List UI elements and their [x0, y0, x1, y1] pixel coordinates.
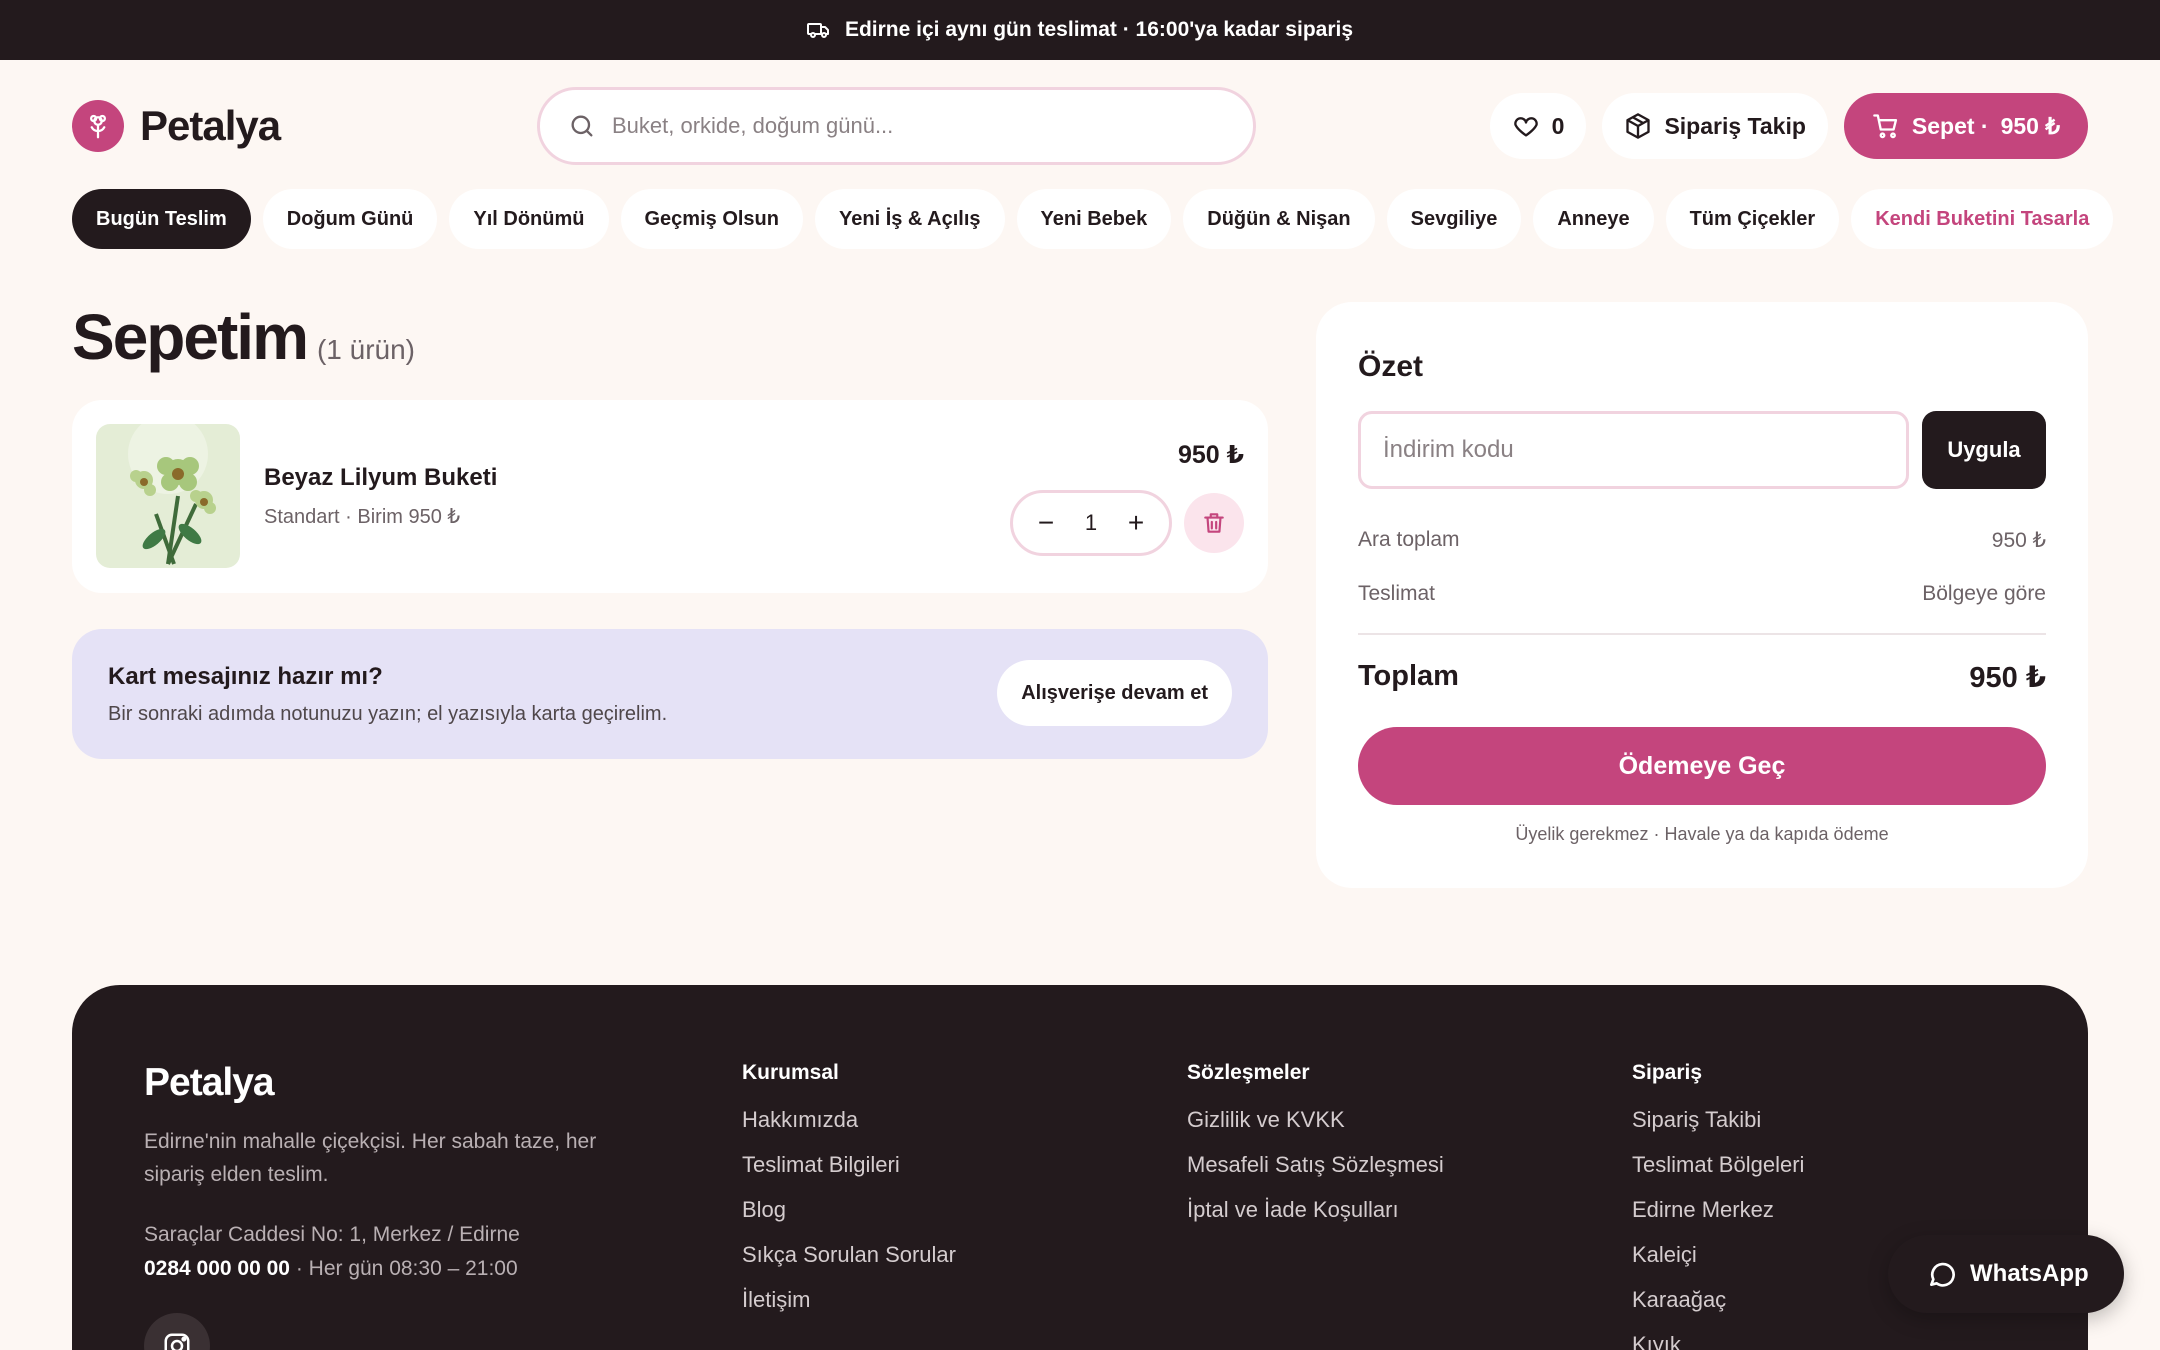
remove-item-button[interactable]	[1184, 493, 1244, 553]
cart-item-count: (1 ürün)	[316, 334, 416, 365]
instagram-icon	[164, 1333, 190, 1350]
footer-link-blog[interactable]: Blog	[742, 1193, 956, 1238]
product-name[interactable]: Beyaz Lilyum Buketi	[264, 464, 497, 492]
page-title: Sepetim (1 ürün)	[72, 300, 415, 374]
product-subtitle: Standart · Birim 950 ₺	[264, 506, 461, 528]
package-icon	[1626, 113, 1651, 139]
category-nav: Bugün Teslim Doğum Günü Yıl Dönümü Geçmi…	[72, 189, 2114, 249]
logo[interactable]: Petalya	[72, 100, 281, 152]
header-actions: 0 Sipariş Takip Sepet · 950 ₺	[1489, 93, 2088, 159]
cart-total: 950 ₺	[2000, 112, 2060, 139]
quantity-stepper: − 1 +	[1010, 490, 1172, 556]
cart-label: Sepet ·	[1911, 112, 1989, 139]
site-header: Petalya 0 Sipariş Takip Sepet · 950 ₺	[0, 60, 2160, 192]
search-bar[interactable]	[537, 87, 1256, 165]
delivery-label: Teslimat	[1358, 582, 1436, 605]
whatsapp-button[interactable]: WhatsApp	[1888, 1235, 2124, 1313]
order-summary: Özet Uygula Ara toplam 950 ₺ Teslimat Bö…	[1316, 302, 2088, 888]
site-footer: Petalya Edirne'nin mahalle çiçekçisi. He…	[72, 985, 2088, 1350]
cart-icon	[1873, 114, 1897, 139]
decrease-quantity-button[interactable]: −	[1031, 507, 1061, 539]
category-birthday[interactable]: Doğum Günü	[262, 189, 438, 249]
footer-brand: Petalya	[144, 1061, 275, 1104]
footer-contact: Saraçlar Caddesi No: 1, Merkez / Edirne …	[144, 1218, 520, 1286]
card-message-text: Bir sonraki adımda notunuzu yazın; el ya…	[108, 703, 668, 725]
category-design-bouquet[interactable]: Kendi Buketini Tasarla	[1851, 189, 2114, 249]
category-wedding[interactable]: Düğün & Nişan	[1183, 189, 1375, 249]
footer-link-kiyik[interactable]: Kıyık	[1632, 1328, 1804, 1350]
footer-link-delivery-info[interactable]: Teslimat Bilgileri	[742, 1148, 956, 1193]
category-mother[interactable]: Anneye	[1533, 189, 1654, 249]
checkout-note: Üyelik gerekmez · Havale ya da kapıda öd…	[1515, 824, 1889, 844]
delivery-row: Teslimat Bölgeye göre	[1358, 582, 2046, 606]
order-tracking-button[interactable]: Sipariş Takip	[1602, 93, 1828, 159]
heart-icon	[1513, 117, 1538, 137]
footer-column-corporate: Kurumsal Hakkımızda Teslimat Bilgileri B…	[742, 1061, 956, 1328]
total-row: Toplam 950 ₺	[1358, 660, 2046, 695]
product-price: 950 ₺	[1177, 441, 1244, 469]
category-all-flowers[interactable]: Tüm Çiçekler	[1665, 189, 1840, 249]
whatsapp-label: WhatsApp	[1970, 1260, 2089, 1287]
footer-column-title: Sipariş	[1632, 1061, 1703, 1084]
product-image[interactable]	[96, 424, 240, 568]
increase-quantity-button[interactable]: +	[1121, 507, 1151, 539]
footer-link-edirne-center[interactable]: Edirne Merkez	[1632, 1193, 1804, 1238]
cart-button[interactable]: Sepet · 950 ₺	[1843, 93, 2088, 159]
category-lover[interactable]: Sevgiliye	[1386, 189, 1522, 249]
category-today-delivery[interactable]: Bugün Teslim	[72, 189, 251, 249]
footer-column-agreements: Sözleşmeler Gizlilik ve KVKK Mesafeli Sa…	[1187, 1061, 1444, 1238]
footer-column-orders: Sipariş Sipariş Takibi Teslimat Bölgeler…	[1632, 1061, 1804, 1350]
card-message-banner: Kart mesajınız hazır mı? Bir sonraki adı…	[72, 629, 1268, 759]
subtotal-value: 950 ₺	[1991, 529, 2046, 552]
footer-address: Saraçlar Caddesi No: 1, Merkez / Edirne	[144, 1223, 520, 1246]
flower-logo-icon	[72, 100, 124, 152]
cart-item: Beyaz Lilyum Buketi Standart · Birim 950…	[72, 400, 1268, 593]
category-new-job[interactable]: Yeni İş & Açılış	[815, 189, 1005, 249]
footer-column-title: Kurumsal	[742, 1061, 839, 1084]
footer-link-contact[interactable]: İletişim	[742, 1283, 956, 1328]
checkout-button[interactable]: Ödemeye Geç	[1358, 727, 2046, 805]
summary-title: Özet	[1358, 350, 1424, 383]
footer-column-title: Sözleşmeler	[1187, 1061, 1310, 1084]
summary-divider	[1358, 633, 2046, 635]
footer-phone[interactable]: 0284 000 00 00	[144, 1257, 290, 1280]
footer-link-order-tracking[interactable]: Sipariş Takibi	[1632, 1103, 1804, 1148]
total-label: Toplam	[1358, 660, 1459, 692]
category-new-baby[interactable]: Yeni Bebek	[1016, 189, 1172, 249]
footer-link-delivery-areas[interactable]: Teslimat Bölgeleri	[1632, 1148, 1804, 1193]
category-anniversary[interactable]: Yıl Dönümü	[449, 189, 609, 249]
footer-link-karaagac[interactable]: Karaağaç	[1632, 1283, 1804, 1328]
continue-shopping-button[interactable]: Alışverişe devam et	[997, 660, 1232, 726]
category-get-well[interactable]: Geçmiş Olsun	[620, 189, 803, 249]
footer-link-kaleici[interactable]: Kaleiçi	[1632, 1238, 1804, 1283]
footer-link-privacy[interactable]: Gizlilik ve KVKK	[1187, 1103, 1444, 1148]
trash-icon	[1204, 513, 1224, 533]
footer-hours: · Her gün 08:30 – 21:00	[295, 1257, 518, 1280]
truck-icon	[806, 23, 829, 38]
footer-link-faq[interactable]: Sıkça Sorulan Sorular	[742, 1238, 956, 1283]
chat-bubble-icon	[1930, 1262, 1955, 1287]
promo-code-input[interactable]	[1358, 411, 1909, 489]
logo-text: Petalya	[140, 102, 281, 149]
announcement-bar: Edirne içi aynı gün teslimat · 16:00'ya …	[0, 0, 2160, 60]
quantity-value: 1	[1084, 510, 1098, 535]
delivery-value: Bölgeye göre	[1922, 582, 2046, 605]
footer-link-returns[interactable]: İptal ve İade Koşulları	[1187, 1193, 1444, 1238]
apply-promo-button[interactable]: Uygula	[1922, 411, 2046, 489]
cart-heading: Sepetim	[72, 301, 309, 373]
instagram-button[interactable]	[144, 1313, 210, 1350]
subtotal-row: Ara toplam 950 ₺	[1358, 528, 2046, 553]
favorites-button[interactable]: 0	[1489, 93, 1587, 159]
favorites-count: 0	[1551, 112, 1565, 139]
subtotal-label: Ara toplam	[1358, 528, 1460, 551]
footer-description: Edirne'nin mahalle çiçekçisi. Her sabah …	[144, 1130, 597, 1186]
search-input[interactable]	[612, 113, 1212, 139]
announcement-text: Edirne içi aynı gün teslimat · 16:00'ya …	[844, 18, 1354, 41]
search-icon	[571, 115, 593, 137]
order-tracking-label: Sipariş Takip	[1664, 112, 1806, 139]
card-message-title: Kart mesajınız hazır mı?	[108, 663, 383, 690]
footer-link-distance-sales[interactable]: Mesafeli Satış Sözleşmesi	[1187, 1148, 1444, 1193]
total-value: 950 ₺	[1969, 662, 2046, 694]
footer-link-about[interactable]: Hakkımızda	[742, 1103, 956, 1148]
